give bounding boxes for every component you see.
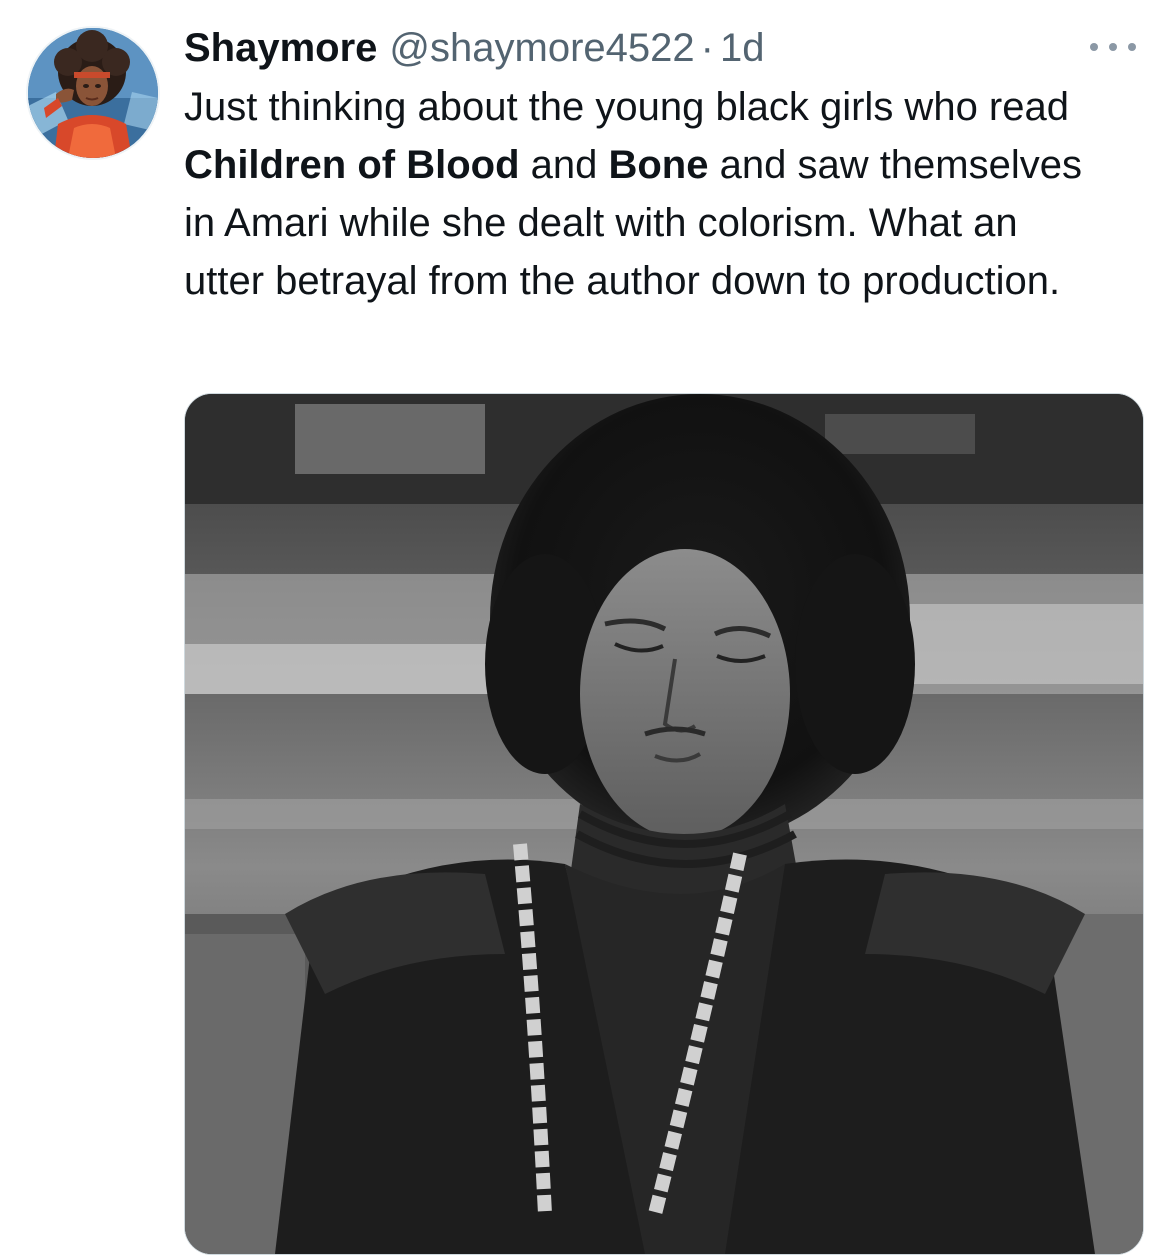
tweet-content: Shaymore @shaymore4522 · 1d Just thinkin… (184, 22, 1140, 310)
author-handle[interactable]: @shaymore4522 (389, 22, 694, 74)
tweet-text-bold: Bone (608, 143, 709, 187)
tweet-timestamp[interactable]: 1d (720, 22, 765, 74)
more-dot (1109, 43, 1117, 51)
avatar[interactable] (28, 28, 158, 158)
tweet-text-part: and (519, 143, 609, 187)
more-dot (1090, 43, 1098, 51)
media-photo (185, 394, 1143, 1254)
tweet: Shaymore @shaymore4522 · 1d Just thinkin… (0, 0, 1170, 1255)
tweet-media-image[interactable] (184, 393, 1144, 1255)
header-separator: · (700, 26, 714, 70)
tweet-header: Shaymore @shaymore4522 · 1d (184, 22, 1140, 74)
tweet-text-part: Just thinking about the young black girl… (184, 85, 1069, 129)
tweet-text-bold: Children of Blood (184, 143, 520, 187)
more-dot (1128, 43, 1136, 51)
more-options-icon[interactable] (1090, 36, 1136, 58)
author-display-name[interactable]: Shaymore (184, 22, 377, 74)
avatar-illustration (28, 28, 158, 158)
tweet-text: Just thinking about the young black girl… (184, 78, 1104, 310)
